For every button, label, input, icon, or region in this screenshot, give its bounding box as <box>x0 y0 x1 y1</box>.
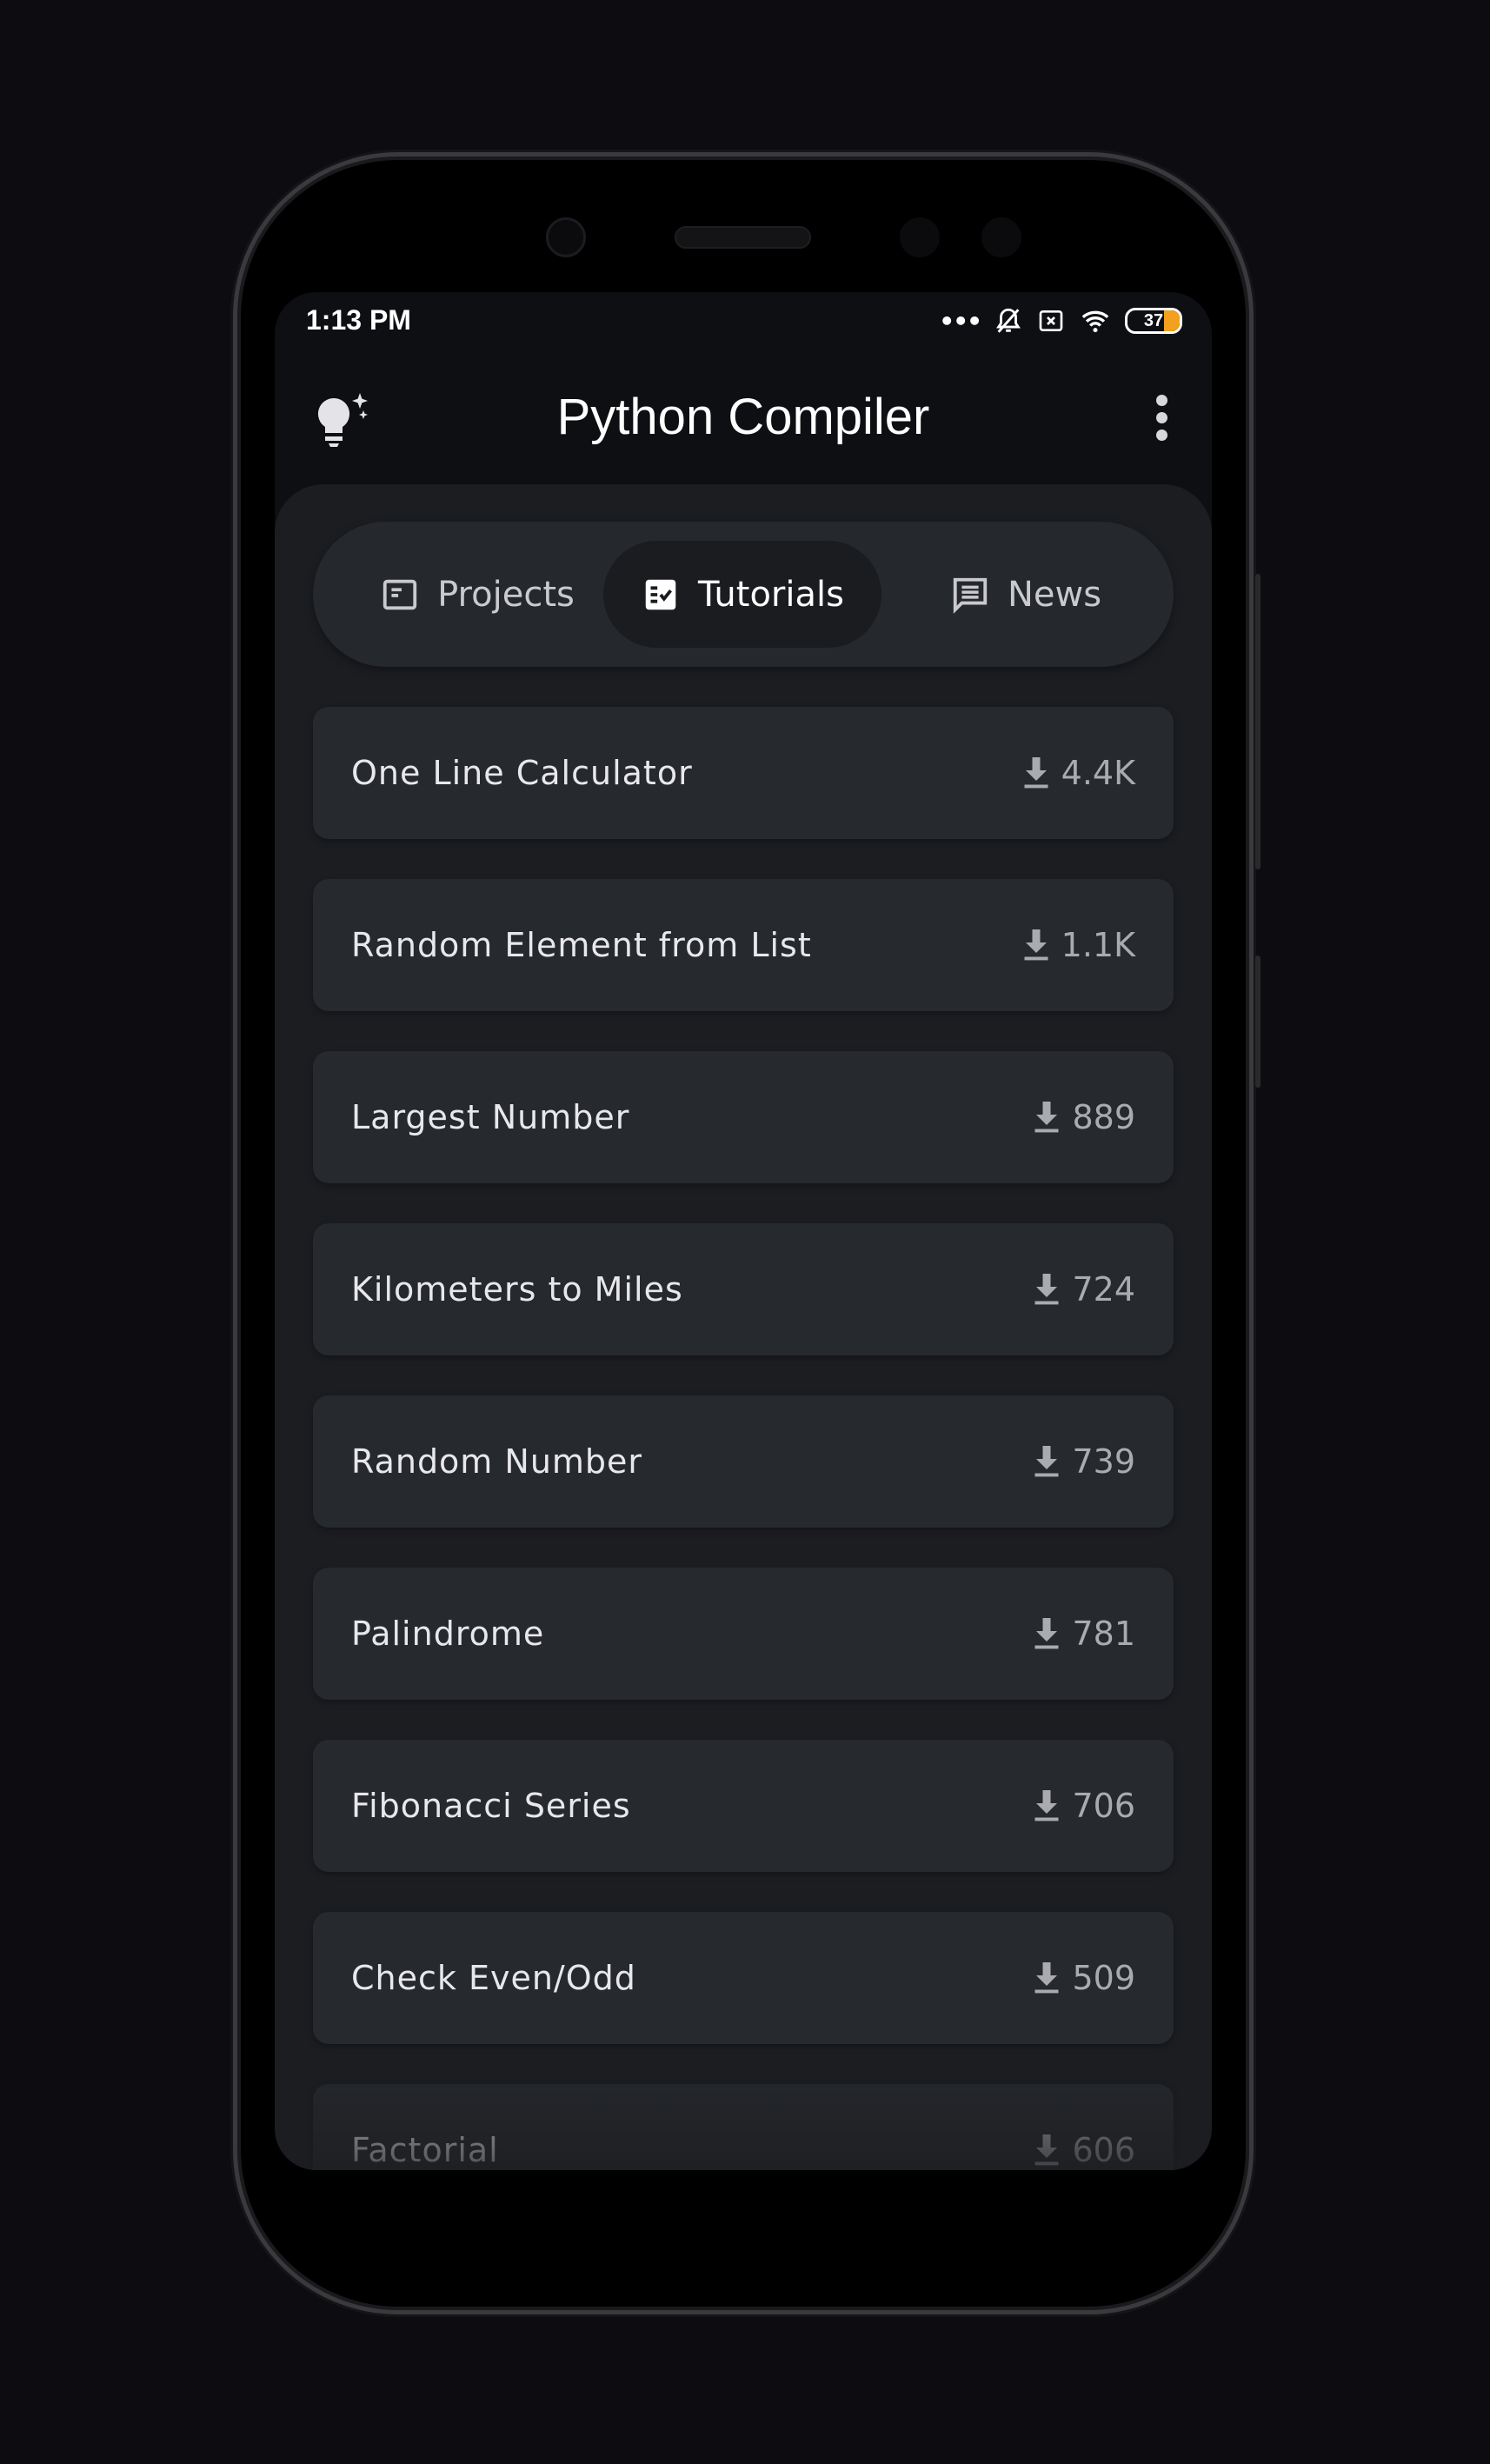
download-icon <box>1034 1618 1059 1649</box>
chat-icon <box>953 577 988 614</box>
download-icon <box>1034 1446 1059 1477</box>
sensor <box>900 217 940 257</box>
tab-label: Projects <box>437 574 575 615</box>
download-count: 889 <box>1034 1098 1135 1136</box>
list-item[interactable]: Random Element from List 1.1K <box>313 879 1174 1011</box>
tab-bar: Projects Tutorials News <box>313 522 1174 667</box>
status-time: 1:13 PM <box>306 304 411 336</box>
list-item[interactable]: One Line Calculator 4.4K <box>313 707 1174 839</box>
download-count: 724 <box>1034 1270 1135 1309</box>
download-count: 706 <box>1034 1787 1135 1825</box>
download-count-value: 509 <box>1072 1959 1135 1997</box>
download-count-value: 606 <box>1072 2131 1135 2169</box>
app-bar: Python Compiler <box>275 370 1212 459</box>
tutorial-name: Palindrome <box>351 1615 545 1653</box>
battery-icon: 37 <box>1125 308 1182 334</box>
front-camera <box>546 217 586 257</box>
download-count: 739 <box>1034 1442 1135 1481</box>
download-count-value: 724 <box>1072 1270 1135 1309</box>
tutorial-name: Random Number <box>351 1442 643 1481</box>
volume-button <box>1255 574 1261 869</box>
earpiece-speaker <box>675 226 811 249</box>
download-count: 1.1K <box>1023 926 1135 964</box>
tutorial-name: Check Even/Odd <box>351 1959 636 1997</box>
bell-off-icon <box>996 308 1021 333</box>
app-title: Python Compiler <box>556 389 930 445</box>
tutorial-name: Kilometers to Miles <box>351 1270 683 1309</box>
sensor <box>981 217 1021 257</box>
tutorial-name: One Line Calculator <box>351 754 693 792</box>
download-icon <box>1034 1962 1059 1994</box>
tab-label: News <box>1007 574 1102 615</box>
tutorial-name: Fibonacci Series <box>351 1787 631 1825</box>
article-icon <box>382 579 417 609</box>
tab-projects[interactable]: Projects <box>351 541 603 648</box>
list-item[interactable]: Fibonacci Series 706 <box>313 1740 1174 1872</box>
download-icon <box>1024 757 1048 789</box>
download-count-value: 739 <box>1072 1442 1135 1481</box>
tutorial-name: Factorial <box>351 2131 499 2169</box>
download-icon <box>1034 1274 1059 1305</box>
download-count: 4.4K <box>1023 754 1135 792</box>
tab-news[interactable]: News <box>913 541 1139 648</box>
tab-label: Tutorials <box>698 574 844 615</box>
download-count-value: 4.4K <box>1061 754 1135 792</box>
list-item[interactable]: Largest Number 889 <box>313 1051 1174 1183</box>
download-icon <box>1024 929 1048 961</box>
tutorial-name: Largest Number <box>351 1098 630 1136</box>
list-item[interactable]: Kilometers to Miles 724 <box>313 1223 1174 1355</box>
download-count: 781 <box>1034 1615 1135 1653</box>
screen: 1:13 PM ••• 37 Python Compiler Projects … <box>275 292 1212 2170</box>
more-dots-icon: ••• <box>939 306 982 336</box>
download-icon <box>1034 1790 1059 1821</box>
tutorial-name: Random Element from List <box>351 926 812 964</box>
download-icon <box>1034 1102 1059 1133</box>
wifi-icon <box>1081 310 1109 333</box>
download-count-value: 1.1K <box>1061 926 1135 964</box>
power-button <box>1255 956 1261 1088</box>
list-item[interactable]: Check Even/Odd 509 <box>313 1912 1174 2044</box>
list-item[interactable]: Palindrome 781 <box>313 1568 1174 1700</box>
download-count: 606 <box>1034 2131 1135 2169</box>
tab-tutorials[interactable]: Tutorials <box>603 541 881 648</box>
more-vert-icon[interactable] <box>1156 395 1168 441</box>
download-icon <box>1034 2134 1059 2166</box>
download-count: 509 <box>1034 1959 1135 1997</box>
checklist-icon <box>645 579 676 609</box>
download-count-value: 781 <box>1072 1615 1135 1653</box>
sim-x-icon <box>1039 310 1063 331</box>
download-count-value: 706 <box>1072 1787 1135 1825</box>
download-count-value: 889 <box>1072 1098 1135 1136</box>
status-bar: 1:13 PM ••• 37 <box>275 304 1212 339</box>
content-panel: Projects Tutorials News One Line Calcula… <box>275 484 1212 2170</box>
list-item[interactable]: Random Number 739 <box>313 1395 1174 1528</box>
list-item[interactable]: Factorial 606 <box>313 2084 1174 2170</box>
